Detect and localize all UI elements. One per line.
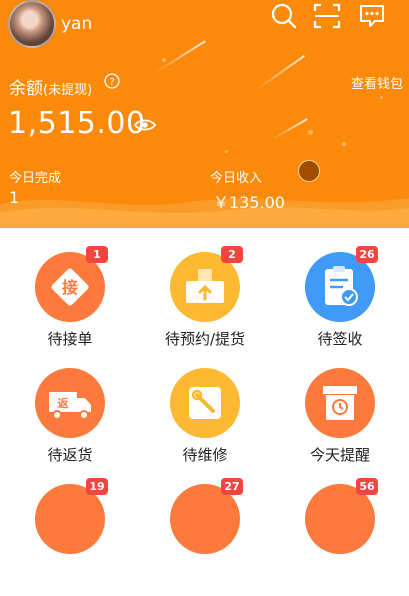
count-badge: 1 — [86, 246, 108, 263]
wave-decoration — [0, 198, 409, 228]
tile-pending-return[interactable]: 返 待返货 — [10, 368, 130, 480]
tile-pending-accept[interactable]: 接 1 待接单 — [10, 246, 130, 364]
message-icon[interactable] — [358, 2, 386, 30]
tile-row3-2[interactable]: 27 — [145, 478, 265, 596]
tile-label: 待接单 — [47, 330, 93, 348]
view-wallet-link[interactable]: 查看钱包 — [351, 73, 403, 92]
tile-pending-pickup[interactable]: 2 待预约/提货 — [145, 246, 265, 364]
tile-today-reminder[interactable]: 今天提醒 — [280, 368, 400, 480]
search-icon[interactable] — [270, 2, 298, 30]
today-done-value: 1 — [9, 188, 20, 207]
count-badge: 19 — [86, 478, 108, 495]
today-done-label: 今日完成 — [9, 171, 62, 186]
count-badge: 56 — [356, 478, 378, 495]
username: yan — [61, 14, 93, 34]
count-badge: 2 — [221, 246, 243, 263]
svg-text:?: ? — [109, 77, 114, 88]
balance-subtitle: (未提现) — [43, 83, 93, 98]
tile-label: 待签收 — [317, 330, 363, 348]
star-decoration — [162, 58, 166, 62]
tile-row3-1[interactable]: 19 — [10, 478, 130, 596]
tile-pending-sign[interactable]: 26 待签收 — [280, 246, 400, 364]
balance-amount: 1,515.00 — [8, 106, 146, 141]
star-decoration — [225, 150, 228, 153]
scan-icon[interactable] — [313, 2, 341, 30]
avatar[interactable] — [8, 0, 56, 48]
today-income-label: 今日收入 — [210, 171, 263, 186]
balance-title: 余额 — [9, 79, 43, 99]
tile-label: 待维修 — [182, 446, 228, 464]
reminder-box-icon — [305, 368, 375, 438]
account-header: yan 余额(未提现) ? 查看钱包 1,515.00 今日完成 1 今日收入 … — [0, 0, 409, 228]
svg-text:返: 返 — [58, 396, 69, 410]
count-badge: 27 — [221, 478, 243, 495]
svg-text:接: 接 — [62, 278, 78, 297]
today-income-value: ￥135.00 — [213, 193, 285, 212]
floating-ball[interactable] — [298, 160, 320, 182]
return-truck-icon: 返 — [35, 368, 105, 438]
tile-pending-repair[interactable]: 待维修 — [145, 368, 265, 480]
tile-label: 今天提醒 — [309, 446, 370, 464]
help-icon[interactable]: ? — [104, 73, 120, 89]
tile-label: 待返货 — [47, 446, 93, 464]
star-decoration — [308, 130, 313, 135]
meteor-decoration — [254, 54, 306, 92]
star-decoration — [342, 142, 346, 146]
count-badge: 26 — [356, 246, 378, 263]
repair-wrench-icon — [170, 368, 240, 438]
meteor-decoration — [272, 118, 308, 140]
eye-icon[interactable] — [134, 118, 156, 132]
tile-row3-3[interactable]: 56 — [280, 478, 400, 596]
tile-label: 待预约/提货 — [164, 330, 246, 348]
star-decoration — [380, 96, 383, 99]
meteor-decoration — [154, 40, 206, 74]
balance-label: 余额(未提现) — [9, 74, 92, 99]
